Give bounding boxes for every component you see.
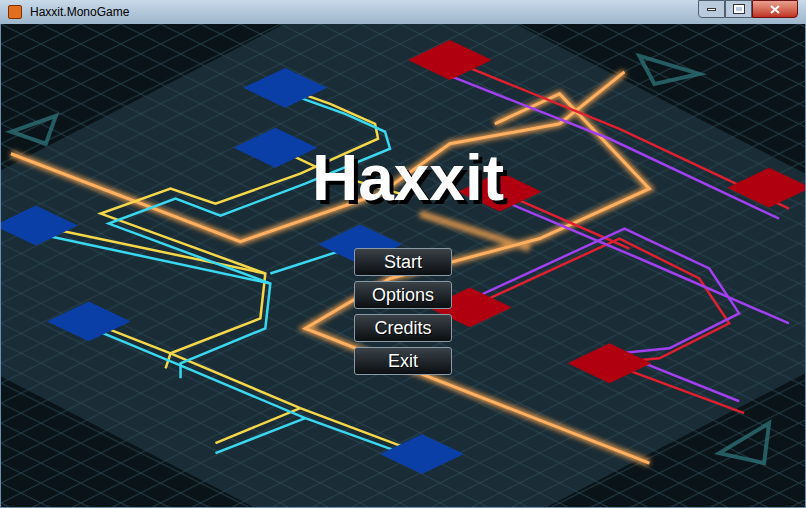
app-icon	[8, 5, 22, 19]
maximize-icon[interactable]	[725, 0, 752, 18]
enemy-node	[568, 343, 652, 383]
arrow-icon	[11, 116, 56, 144]
app-window: Haxxit.MonoGame Haxxit Start Options Credits…	[0, 0, 806, 508]
enemy-node	[408, 40, 492, 80]
arrow-icon	[639, 56, 699, 84]
menu-button[interactable]: Options	[354, 281, 452, 309]
player-node	[380, 434, 464, 474]
player-node	[1, 206, 78, 246]
player-node	[243, 68, 327, 108]
menu-button[interactable]: Credits	[354, 314, 452, 342]
main-menu: Start Options Credits Exit	[354, 248, 452, 375]
menu-button[interactable]: Start	[354, 248, 452, 276]
game-title: Haxxit	[312, 146, 504, 210]
menu-button[interactable]: Exit	[354, 347, 452, 375]
game-area: Haxxit Start Options Credits Exit	[1, 24, 805, 507]
arrow-icon	[719, 423, 769, 463]
window-title: Haxxit.MonoGame	[30, 6, 129, 18]
enemy-node	[727, 168, 805, 208]
close-icon[interactable]	[752, 0, 798, 18]
player-node	[233, 128, 317, 168]
minimize-icon[interactable]	[698, 0, 725, 18]
title-bar: Haxxit.MonoGame	[0, 0, 806, 24]
player-node	[47, 301, 131, 341]
